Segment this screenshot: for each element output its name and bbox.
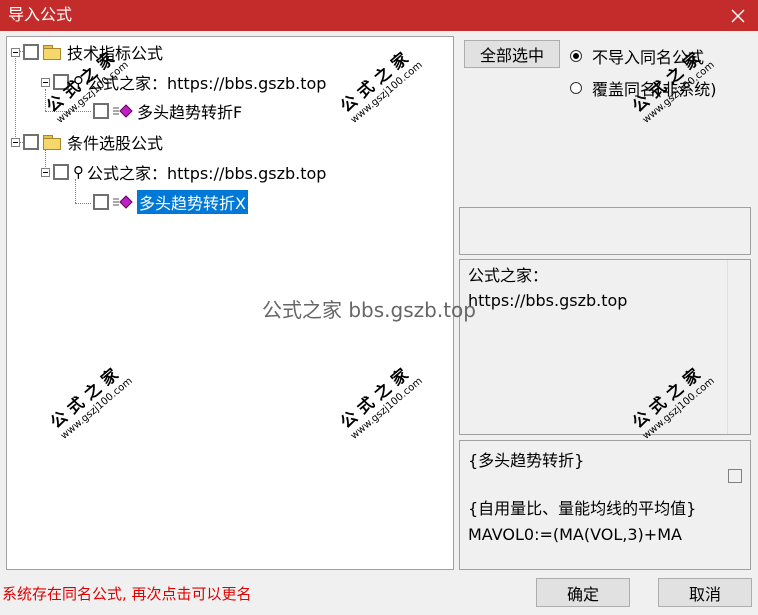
tree-node-label: 公式之家：https://bbs.gszb.top [87, 164, 327, 183]
tree-node-stock-selection[interactable]: 条件选股公式 [11, 131, 163, 153]
checkbox[interactable] [53, 164, 69, 180]
checkbox[interactable] [728, 469, 742, 483]
tree-connector [75, 203, 91, 204]
formula-icon [113, 104, 133, 118]
select-all-button[interactable]: 全部选中 [464, 40, 560, 68]
watermark-text: 公式之家 bbs.gszb.top [262, 298, 476, 322]
code-line-3: MAVOL0:=(MA(VOL,3)+MA [468, 525, 682, 544]
scrollbar[interactable] [727, 260, 750, 434]
title-bar: 导入公式 [0, 0, 758, 31]
collapse-icon[interactable] [11, 47, 20, 57]
tree-node-label: 条件选股公式 [67, 134, 164, 153]
window-title: 导入公式 [8, 5, 73, 24]
radio-icon[interactable] [570, 50, 582, 62]
close-icon [731, 9, 745, 22]
tree-node-formula-x[interactable]: 多头趋势转折X [93, 190, 248, 214]
folder-icon [43, 135, 61, 150]
tree-node-label: 多头趋势转折F [137, 103, 243, 122]
formula-icon [113, 195, 133, 209]
status-message: 系统存在同名公式, 再次点击可以更名 [2, 585, 252, 603]
description-field[interactable] [459, 207, 751, 255]
radio-icon[interactable] [570, 82, 582, 94]
info-line-2: https://bbs.gszb.top [468, 291, 628, 310]
folder-icon [43, 45, 61, 60]
info-line-1: 公式之家： [468, 266, 549, 285]
key-icon: ⚲ [73, 163, 84, 181]
checkbox[interactable] [23, 134, 39, 150]
close-button[interactable] [718, 0, 758, 31]
collapse-icon[interactable] [41, 167, 50, 177]
checkbox[interactable] [23, 44, 39, 60]
info-panel: 公式之家： https://bbs.gszb.top [459, 259, 751, 435]
collapse-icon[interactable] [11, 137, 20, 147]
ok-button[interactable]: 确定 [536, 578, 630, 607]
cancel-button[interactable]: 取消 [658, 578, 752, 607]
code-line-2: {自用量比、量能均线的平均值} [468, 499, 697, 518]
tree-node-label: 多头趋势转折X [137, 190, 248, 214]
code-panel: {多头趋势转折} {自用量比、量能均线的平均值} MAVOL0:=(MA(VOL… [459, 440, 751, 570]
tree-node-source[interactable]: ⚲ 公式之家：https://bbs.gszb.top [41, 161, 326, 183]
checkbox[interactable] [93, 194, 109, 210]
tree-node-formula-f[interactable]: 多头趋势转折F [93, 100, 242, 122]
tree-connector [15, 53, 16, 143]
collapse-icon[interactable] [41, 77, 50, 87]
checkbox[interactable] [93, 103, 109, 119]
code-line-1: {多头趋势转折} [468, 451, 585, 470]
